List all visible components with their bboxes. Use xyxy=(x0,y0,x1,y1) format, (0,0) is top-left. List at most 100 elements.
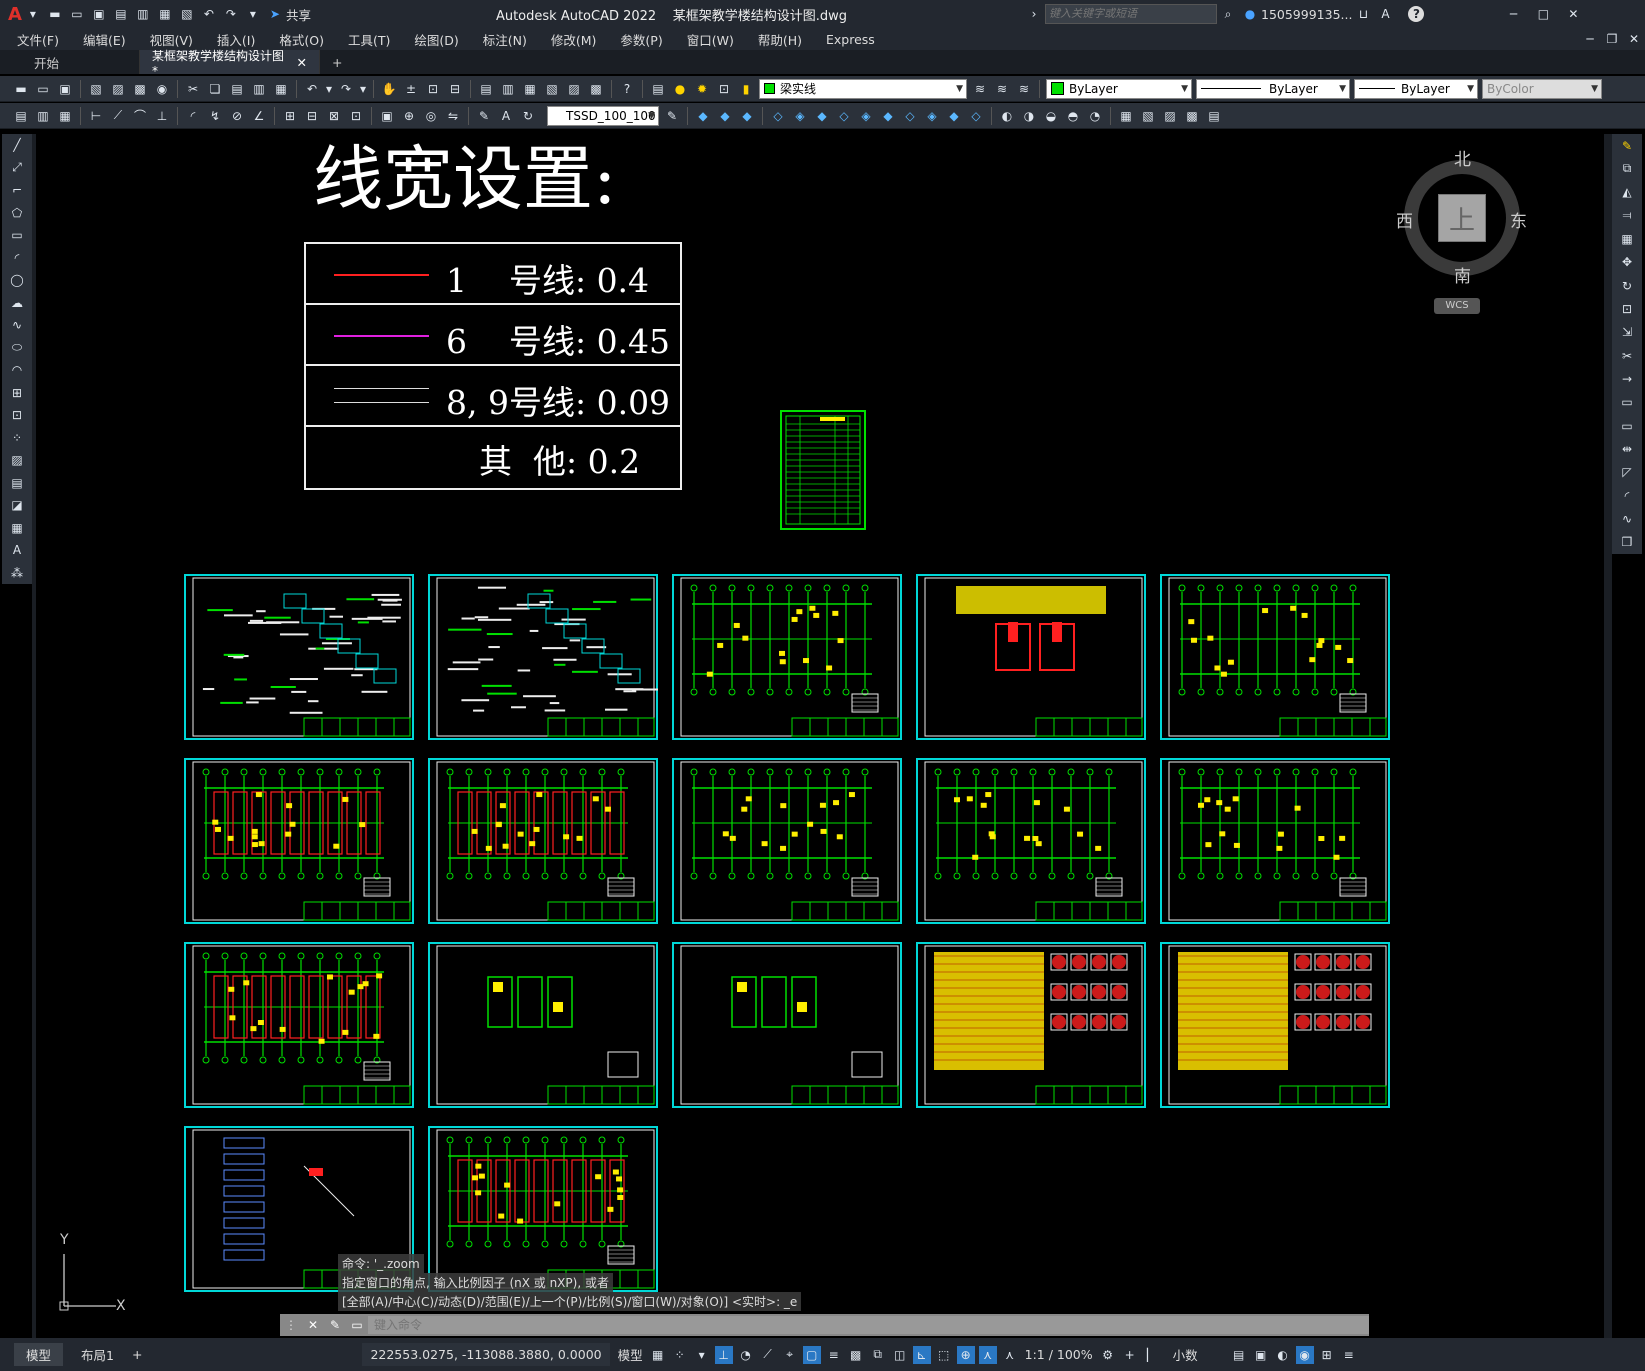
hardware-accel-icon[interactable]: ◉ xyxy=(1295,1345,1314,1364)
tssd-tool-3-icon[interactable]: ▦ xyxy=(56,107,74,125)
tool-t-icon[interactable]: ▧ xyxy=(1139,107,1157,125)
calculator-icon[interactable]: ▩ xyxy=(587,80,605,98)
connect-icon[interactable]: A xyxy=(1376,5,1394,23)
tool-q-icon[interactable]: ◓ xyxy=(1064,107,1082,125)
design-center-icon[interactable]: ▥ xyxy=(499,80,517,98)
qat-more-icon[interactable]: ▾ xyxy=(244,5,262,23)
dimstyle-dropdown[interactable]: TSSD_100_100 ▼ xyxy=(547,105,659,126)
units-dropdown[interactable]: 小数 xyxy=(1173,1345,1198,1364)
user-icon[interactable]: ● xyxy=(1241,5,1259,23)
tool-b-icon[interactable]: ◆ xyxy=(716,107,734,125)
rectangle-icon[interactable]: ▭ xyxy=(8,227,26,244)
tssd-tool-2-icon[interactable]: ▥ xyxy=(34,107,52,125)
menu-express[interactable]: Express xyxy=(814,32,887,47)
customize-icon[interactable]: ≡ xyxy=(1340,1346,1358,1364)
doc-minimize-icon[interactable]: ─ xyxy=(1581,30,1599,48)
tssd-tool-1-icon[interactable]: ▤ xyxy=(12,107,30,125)
tab-start[interactable]: 开始 xyxy=(0,50,140,74)
tool-j-icon[interactable]: ◇ xyxy=(901,107,919,125)
undo-icon[interactable]: ↶ xyxy=(200,5,218,23)
pan-icon[interactable]: ✋ xyxy=(380,80,398,98)
tool-m-icon[interactable]: ◇ xyxy=(967,107,985,125)
construction-line-icon[interactable]: ⤢ xyxy=(8,160,26,177)
doc-close-icon[interactable]: ✕ xyxy=(1625,30,1643,48)
copy-icon[interactable]: ❏ xyxy=(206,80,224,98)
user-name[interactable]: 1505999135... xyxy=(1261,7,1352,22)
linetype-dropdown[interactable]: ByLayer ▼ xyxy=(1196,78,1350,99)
make-block-icon[interactable]: ⊡ xyxy=(8,407,26,424)
add-tab-icon[interactable]: + xyxy=(332,55,342,70)
share-button[interactable]: 共享 xyxy=(286,5,311,24)
tool-r-icon[interactable]: ◔ xyxy=(1086,107,1104,125)
tool-h-icon[interactable]: ◈ xyxy=(857,107,875,125)
lineweight-dropdown[interactable]: ByLayer ▼ xyxy=(1354,78,1478,99)
add-layout-button[interactable]: + xyxy=(132,1347,142,1362)
break-point-icon[interactable]: ▭ xyxy=(1618,394,1636,411)
menu-file[interactable]: 文件(F) xyxy=(5,30,71,49)
layer-freeze-icon[interactable]: ✹ xyxy=(693,80,711,98)
quick-properties-icon[interactable]: ▤ xyxy=(1230,1346,1248,1364)
viewcube-east[interactable]: 东 xyxy=(1510,207,1527,232)
menu-tools[interactable]: 工具(T) xyxy=(336,30,402,49)
redo-dropdown-icon[interactable]: ▾ xyxy=(359,80,367,98)
layer-viewport-icon[interactable]: ⊡ xyxy=(715,80,733,98)
print-icon[interactable]: ▧ xyxy=(178,5,196,23)
tab-drawing[interactable]: 某框架教学楼结构设计图* ✕ xyxy=(140,49,320,78)
point-icon[interactable]: ⁘ xyxy=(8,430,26,447)
extend-icon[interactable]: → xyxy=(1618,370,1636,387)
layer-previous-icon[interactable]: ≋ xyxy=(993,80,1011,98)
menu-window[interactable]: 窗口(W) xyxy=(675,30,746,49)
tool-d-icon[interactable]: ◇ xyxy=(769,107,787,125)
layer-lock-icon[interactable]: ▮ xyxy=(737,80,755,98)
tool-u-icon[interactable]: ▨ xyxy=(1161,107,1179,125)
polygon-icon[interactable]: ⬠ xyxy=(8,205,26,222)
blend-icon[interactable]: ∿ xyxy=(1618,510,1636,527)
share-icon[interactable]: ➤ xyxy=(266,5,284,23)
dim-edit-icon[interactable]: ✎ xyxy=(475,107,493,125)
sheet-set-icon[interactable]: ▧ xyxy=(543,80,561,98)
tab-model[interactable]: 模型 xyxy=(14,1343,64,1366)
redo-toolbar-icon[interactable]: ↷ xyxy=(337,80,355,98)
rotate-icon[interactable]: ↻ xyxy=(1618,277,1636,294)
zoom-realtime-icon[interactable]: ± xyxy=(402,80,420,98)
tool-n-icon[interactable]: ◐ xyxy=(998,107,1016,125)
undo-toolbar-icon[interactable]: ↶ xyxy=(303,80,321,98)
table-icon[interactable]: ▦ xyxy=(8,520,26,537)
mirror-icon[interactable]: ◭ xyxy=(1618,184,1636,201)
erase-icon[interactable]: ✎ xyxy=(1618,137,1636,154)
viewcube-south[interactable]: 南 xyxy=(1454,262,1471,287)
maximize-icon[interactable]: □ xyxy=(1534,5,1552,23)
dim-linear-icon[interactable]: ⊢ xyxy=(87,107,105,125)
dim-aligned-icon[interactable]: ⟋ xyxy=(109,107,127,125)
menu-draw[interactable]: 绘图(D) xyxy=(402,30,470,49)
add-selected-icon[interactable]: ⁂ xyxy=(8,565,26,582)
menu-dimension[interactable]: 标注(N) xyxy=(471,30,539,49)
wcs-button[interactable]: WCS xyxy=(1434,298,1480,314)
tool-k-icon[interactable]: ◈ xyxy=(923,107,941,125)
command-input[interactable] xyxy=(368,1316,1369,1334)
dim-text-edit-icon[interactable]: A xyxy=(497,107,515,125)
break-icon[interactable]: ▭ xyxy=(1618,417,1636,434)
dim-baseline-icon[interactable]: ⊟ xyxy=(303,107,321,125)
search-icon[interactable]: ⌕ xyxy=(1219,5,1237,23)
tool-s-icon[interactable]: ▦ xyxy=(1117,107,1135,125)
doc-restore-icon[interactable]: ❐ xyxy=(1603,30,1621,48)
dimstyle-manager-icon[interactable]: ✎ xyxy=(663,107,681,125)
drawing-canvas[interactable]: 线宽设置: 1 号线: 0.4 6 号线: 0.45 8, 9号线: 0.09 … xyxy=(36,134,1604,1338)
cut-icon[interactable]: ✂ xyxy=(184,80,202,98)
open-folder-icon[interactable]: ▭ xyxy=(34,80,52,98)
tool-f-icon[interactable]: ◆ xyxy=(813,107,831,125)
tool-g-icon[interactable]: ◇ xyxy=(835,107,853,125)
tool-i-icon[interactable]: ◆ xyxy=(879,107,897,125)
publish-icon[interactable]: ▩ xyxy=(131,80,149,98)
line-icon[interactable]: ╱ xyxy=(8,137,26,154)
gizmo-icon[interactable]: ⊕ xyxy=(956,1345,975,1364)
dim-jogged-icon[interactable]: ↯ xyxy=(206,107,224,125)
offset-icon[interactable]: ⫤ xyxy=(1618,207,1636,224)
tool-w-icon[interactable]: ▤ xyxy=(1205,107,1223,125)
workspace-icon[interactable]: ⚙ xyxy=(1099,1346,1117,1364)
revcloud-icon[interactable]: ☁ xyxy=(8,295,26,312)
jog-linear-icon[interactable]: ⇋ xyxy=(444,107,462,125)
tab-close-icon[interactable]: ✕ xyxy=(297,55,307,70)
gradient-icon[interactable]: ▤ xyxy=(8,475,26,492)
